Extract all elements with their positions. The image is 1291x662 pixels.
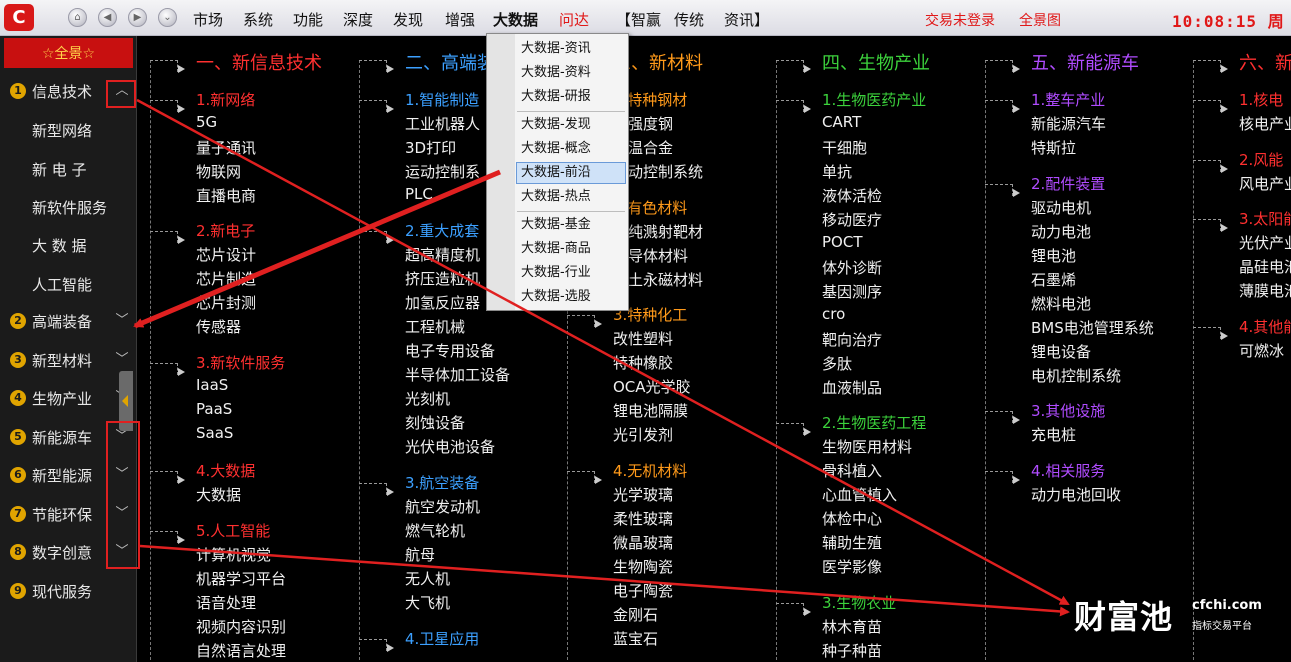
arrow-to-watermark <box>136 98 1070 606</box>
arrow-to-watermark-2 <box>139 544 1070 617</box>
watermark-title: 财富池 <box>1074 598 1174 636</box>
arrow-from-dropdown <box>133 169 501 329</box>
annotation-arrows <box>133 98 1070 617</box>
watermark-site: cfchi.com <box>1192 598 1262 613</box>
watermark-subtitle: 指标交易平台 <box>1192 621 1252 632</box>
watermark-logo: 财富池 cfchi.com 指标交易平台 <box>1074 592 1274 636</box>
